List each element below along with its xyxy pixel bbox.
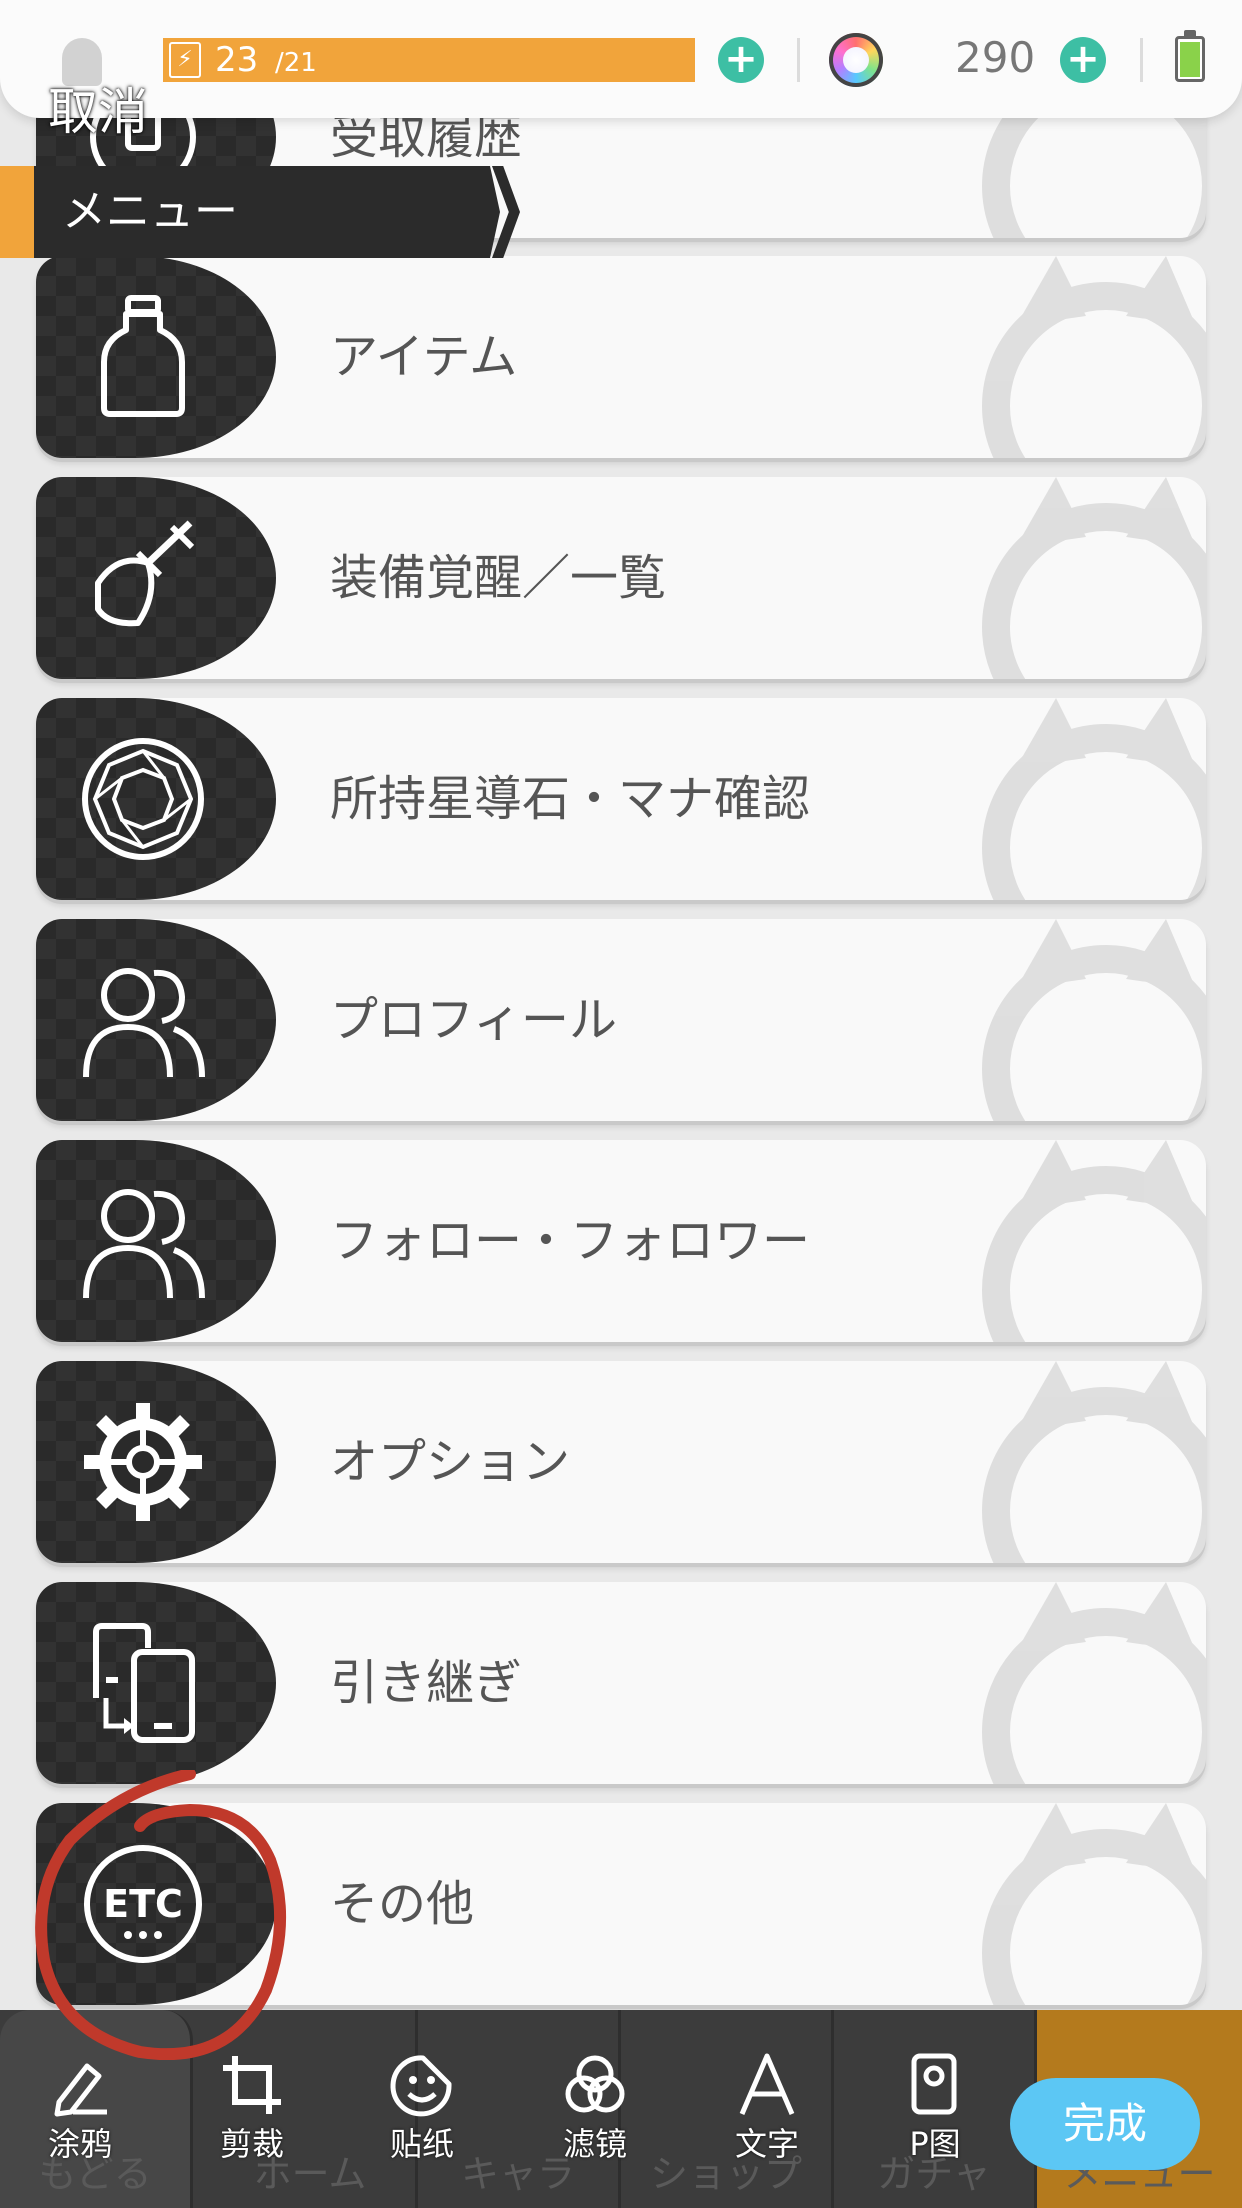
cat-watermark-icon: [982, 1803, 1206, 2005]
divider: [1140, 38, 1143, 82]
bottle-icon: [101, 295, 185, 417]
status-bar: ⚡ 23 /21 + 290 +: [0, 0, 1242, 118]
users-icon: [83, 1189, 205, 1299]
icon-badge: [36, 1582, 276, 1784]
menu-item-label: その他: [330, 1876, 475, 1932]
menu-item-stones[interactable]: 所持星導石・マナ確認: [36, 698, 1206, 900]
shield-sword-icon: [95, 520, 195, 627]
stamina-bar: ⚡ 23 /21: [163, 38, 695, 82]
divider: [797, 38, 800, 82]
cat-watermark-icon: [982, 477, 1206, 679]
cat-watermark-icon: [982, 698, 1206, 900]
tool-p-image[interactable]: P图: [885, 2052, 985, 2182]
cat-watermark-icon: [982, 1582, 1206, 1784]
menu-header: メニュー: [0, 166, 500, 258]
lightning-icon: ⚡: [169, 42, 201, 78]
tool-crop[interactable]: 剪裁: [202, 2052, 302, 2182]
icon-badge: [36, 698, 276, 900]
menu-item-other[interactable]: ETC その他: [36, 1803, 1206, 2005]
gem-count: 290: [955, 33, 1036, 82]
menu-item-equipment[interactable]: 装備覚醒／一覧: [36, 477, 1206, 679]
users-icon: [83, 968, 205, 1078]
pen-icon: [54, 2063, 107, 2117]
tool-label: 文字: [734, 2125, 799, 2163]
add-stamina-button[interactable]: +: [718, 37, 764, 83]
cat-watermark-icon: [982, 256, 1206, 458]
icon-badge: [36, 919, 276, 1121]
menu-item-label: 装備覚醒／一覧: [330, 550, 667, 606]
filter-icon: [565, 2055, 625, 2113]
menu-item-options[interactable]: オプション: [36, 1361, 1206, 1563]
tool-label: P图: [909, 2125, 961, 2163]
tool-label: 滤镜: [562, 2125, 627, 2163]
menu-item-profile[interactable]: プロフィール: [36, 919, 1206, 1121]
sticker-icon: [390, 2055, 452, 2117]
menu-item-items[interactable]: アイテム: [36, 256, 1206, 458]
icon-badge: [36, 1361, 276, 1563]
cat-watermark-icon: [982, 1140, 1206, 1342]
etc-icon: ETC: [84, 1845, 202, 1963]
p-image-icon: [911, 2053, 957, 2115]
menu-item-label: 引き継ぎ: [330, 1655, 523, 1711]
page-title: メニュー: [62, 186, 238, 237]
icon-badge: [36, 256, 276, 458]
add-gems-button[interactable]: +: [1060, 37, 1106, 83]
stamina-current: 23: [215, 40, 259, 80]
menu-item-label: アイテム: [330, 329, 518, 385]
rainbow-orb-icon: [829, 33, 883, 87]
icon-badge: [36, 477, 276, 679]
tool-doodle[interactable]: 涂鸦: [30, 2052, 130, 2182]
gear-icon: [84, 1403, 202, 1521]
tool-label: 涂鸦: [47, 2125, 112, 2163]
header-accent: [0, 166, 34, 258]
done-button[interactable]: 完成: [1010, 2078, 1200, 2170]
device-transfer-icon: [93, 1623, 195, 1743]
tool-label: 贴纸: [389, 2125, 454, 2163]
tool-text[interactable]: 文字: [717, 2052, 817, 2182]
battery-icon: [1175, 30, 1205, 82]
menu-item-transfer[interactable]: 引き継ぎ: [36, 1582, 1206, 1784]
text-icon: [739, 2053, 795, 2115]
cancel-button[interactable]: 取消: [48, 72, 148, 144]
icon-badge: ETC: [36, 1803, 276, 2005]
stamina-max: /21: [275, 48, 317, 78]
tool-label: 剪裁: [219, 2125, 284, 2163]
menu-item-label: オプション: [330, 1434, 571, 1490]
tool-sticker[interactable]: 贴纸: [372, 2052, 472, 2182]
cat-watermark-icon: [982, 1361, 1206, 1563]
gem-icon: [82, 738, 204, 860]
svg-text:ETC: ETC: [103, 1882, 183, 1926]
crop-icon: [223, 2056, 281, 2114]
menu-item-label: プロフィール: [330, 992, 618, 1048]
menu-item-label: 所持星導石・マナ確認: [330, 771, 811, 827]
tool-filter[interactable]: 滤镜: [545, 2052, 645, 2182]
menu-item-label: フォロー・フォロワー: [330, 1213, 811, 1269]
menu-item-follow[interactable]: フォロー・フォロワー: [36, 1140, 1206, 1342]
cat-watermark-icon: [982, 919, 1206, 1121]
icon-badge: [36, 1140, 276, 1342]
